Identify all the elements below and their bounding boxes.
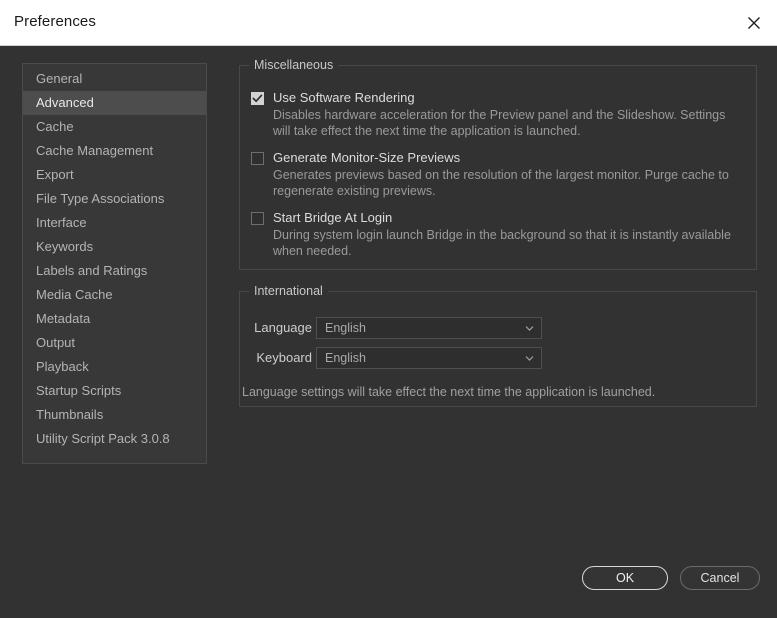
- dialog-body: General Advanced Cache Cache Management …: [0, 46, 777, 618]
- dialog-footer: OK Cancel: [582, 566, 760, 590]
- title-bar: Preferences: [0, 0, 777, 46]
- start-bridge-at-login-description: During system login launch Bridge in the…: [273, 228, 731, 258]
- keyboard-select-value: English: [325, 351, 366, 365]
- close-icon: [746, 15, 762, 31]
- sidebar-item-utility-script-pack[interactable]: Utility Script Pack 3.0.8: [23, 427, 206, 451]
- sidebar-item-cache-management[interactable]: Cache Management: [23, 139, 206, 163]
- sidebar-item-cache[interactable]: Cache: [23, 115, 206, 139]
- language-settings-note: Language settings will take effect the n…: [242, 385, 656, 399]
- ok-button[interactable]: OK: [582, 566, 668, 590]
- sidebar-item-keywords[interactable]: Keywords: [23, 235, 206, 259]
- use-software-rendering-description: Disables hardware acceleration for the P…: [273, 108, 726, 138]
- keyboard-label: Keyboard: [256, 350, 312, 365]
- miscellaneous-legend: Miscellaneous: [249, 58, 339, 72]
- sidebar-item-interface[interactable]: Interface: [23, 211, 206, 235]
- chevron-down-icon: [525, 355, 534, 362]
- miscellaneous-group: Miscellaneous Use Software Rendering Dis…: [239, 58, 757, 270]
- sidebar-item-advanced[interactable]: Advanced: [23, 91, 206, 115]
- generate-monitor-size-previews-label[interactable]: Generate Monitor-Size Previews: [273, 150, 460, 165]
- sidebar-item-export[interactable]: Export: [23, 163, 206, 187]
- sidebar-item-file-type-associations[interactable]: File Type Associations: [23, 187, 206, 211]
- generate-monitor-size-previews-checkbox[interactable]: [251, 152, 264, 165]
- language-label: Language: [254, 320, 312, 335]
- use-software-rendering-checkbox[interactable]: [251, 92, 264, 105]
- chevron-down-icon: [525, 325, 534, 332]
- sidebar-item-thumbnails[interactable]: Thumbnails: [23, 403, 206, 427]
- close-button[interactable]: [731, 0, 777, 45]
- keyboard-select[interactable]: English: [316, 347, 542, 369]
- start-bridge-at-login-label[interactable]: Start Bridge At Login: [273, 210, 392, 225]
- preferences-category-list[interactable]: General Advanced Cache Cache Management …: [22, 63, 207, 464]
- page-title: Preferences: [14, 13, 96, 30]
- start-bridge-at-login-checkbox[interactable]: [251, 212, 264, 225]
- sidebar-item-metadata[interactable]: Metadata: [23, 307, 206, 331]
- language-select-value: English: [325, 321, 366, 335]
- sidebar-item-general[interactable]: General: [23, 67, 206, 91]
- sidebar-item-output[interactable]: Output: [23, 331, 206, 355]
- checkmark-icon: [252, 93, 263, 104]
- language-row: Language English: [240, 317, 756, 339]
- sidebar-item-playback[interactable]: Playback: [23, 355, 206, 379]
- sidebar-item-media-cache[interactable]: Media Cache: [23, 283, 206, 307]
- sidebar-item-labels-and-ratings[interactable]: Labels and Ratings: [23, 259, 206, 283]
- international-legend: International: [249, 284, 328, 298]
- language-select[interactable]: English: [316, 317, 542, 339]
- sidebar-item-startup-scripts[interactable]: Startup Scripts: [23, 379, 206, 403]
- generate-monitor-size-previews-description: Generates previews based on the resoluti…: [273, 168, 729, 198]
- keyboard-row: Keyboard English: [240, 347, 756, 369]
- cancel-button[interactable]: Cancel: [680, 566, 760, 590]
- use-software-rendering-label[interactable]: Use Software Rendering: [273, 90, 415, 105]
